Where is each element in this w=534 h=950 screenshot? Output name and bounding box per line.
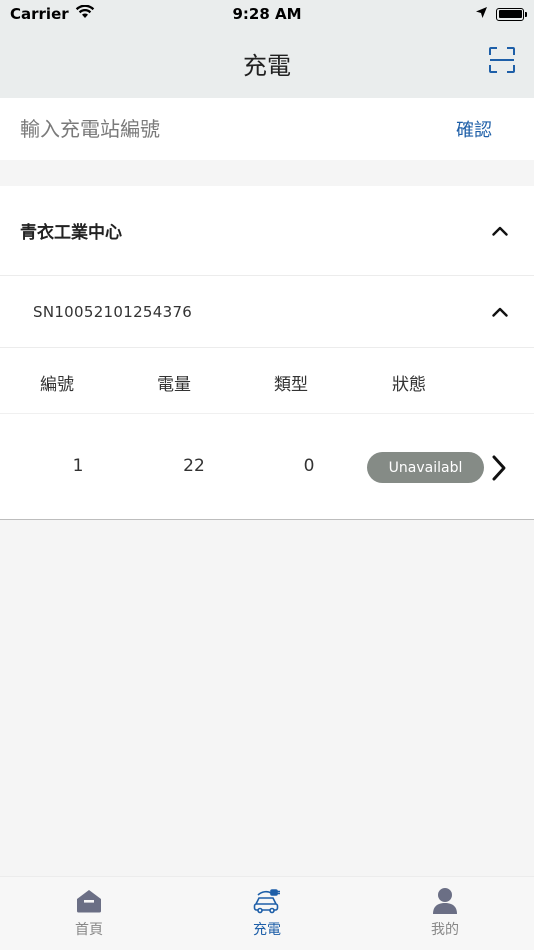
station-number-input[interactable]: [20, 117, 420, 141]
wifi-icon: [75, 4, 95, 23]
connector-power: 22: [183, 456, 205, 476]
tab-charging[interactable]: 充電: [178, 877, 356, 950]
chevron-up-icon[interactable]: [490, 302, 510, 322]
home-icon: [74, 887, 104, 915]
status-bar: Carrier 9:28 AM: [0, 0, 534, 28]
tab-label-profile: 我的: [431, 922, 459, 938]
charger-serial-number: SN10052101254376: [33, 302, 193, 321]
qr-scan-icon: [488, 46, 516, 78]
column-header-number: 編號: [40, 375, 74, 395]
tab-profile[interactable]: 我的: [356, 877, 534, 950]
tab-bar: 首頁 充電 我的: [0, 876, 534, 950]
page-title: 充電: [243, 51, 291, 80]
connector-table-header: 編號 電量 類型 狀態: [0, 348, 534, 414]
nav-bar: 充電: [0, 28, 534, 98]
station-header[interactable]: 青衣工業中心: [0, 186, 534, 276]
status-left: Carrier: [10, 4, 95, 23]
user-icon: [430, 887, 460, 915]
confirm-button[interactable]: 確認: [456, 116, 492, 142]
battery-icon: [496, 7, 527, 21]
ev-charging-icon: [252, 887, 282, 915]
location-arrow-icon: [475, 5, 488, 23]
status-badge: Unavailabl: [367, 452, 484, 483]
column-header-power: 電量: [157, 375, 191, 395]
station-search-row: 確認: [0, 98, 534, 160]
tab-home[interactable]: 首頁: [0, 877, 178, 950]
tab-label-home: 首頁: [75, 922, 103, 938]
station-card: 青衣工業中心 SN10052101254376 編號 電量 類型 狀態 1 22…: [0, 186, 534, 520]
connector-number: 1: [72, 456, 84, 476]
column-header-status: 狀態: [392, 375, 426, 395]
carrier-label: Carrier: [10, 5, 69, 23]
table-row[interactable]: 1 22 0 Unavailabl: [0, 414, 534, 519]
connector-type: 0: [303, 456, 315, 476]
chevron-right-icon[interactable]: [488, 454, 510, 482]
scan-button[interactable]: [488, 46, 516, 78]
station-name: 青衣工業中心: [20, 223, 122, 243]
chevron-up-icon[interactable]: [490, 221, 510, 241]
charger-serial-header[interactable]: SN10052101254376: [0, 276, 534, 348]
tab-label-charging: 充電: [253, 922, 281, 938]
column-header-type: 類型: [274, 375, 308, 395]
status-right: [475, 5, 527, 23]
